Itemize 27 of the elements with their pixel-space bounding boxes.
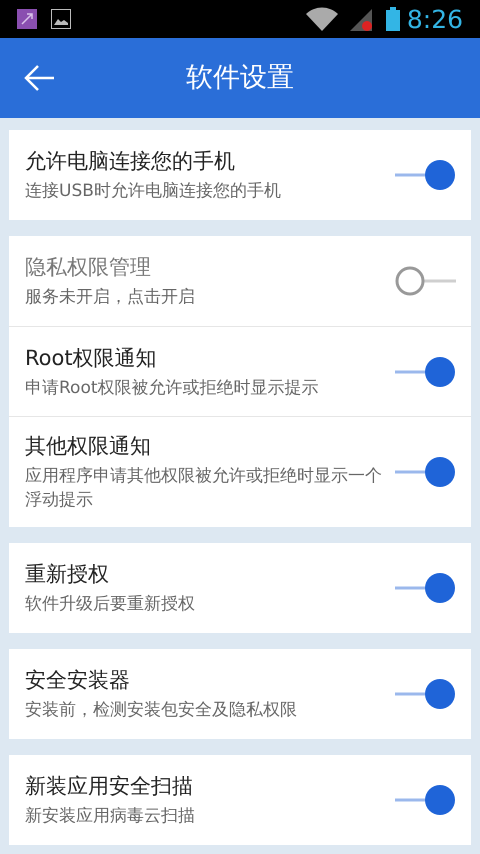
toggle-switch[interactable]: [395, 265, 457, 297]
setting-description: 应用程序申请其他权限被允许或拒绝时显示一个浮动提示: [25, 465, 383, 512]
toggle-switch[interactable]: [395, 356, 457, 388]
setting-title: 其他权限通知: [25, 433, 152, 460]
setting-title: Root权限通知: [25, 344, 158, 372]
toggle-switch[interactable]: [395, 572, 457, 604]
setting-description: 安装前，检测安装包安全及隐私权限: [25, 699, 298, 722]
toggle-switch[interactable]: [395, 456, 457, 488]
page-title: 软件设置: [186, 60, 294, 95]
setting-description: 新安装应用病毒云扫描: [25, 805, 196, 828]
app-notification-icon: [17, 9, 37, 29]
battery-icon: [386, 7, 400, 31]
setting-title: 隐私权限管理: [25, 254, 152, 281]
wifi-icon: [306, 7, 338, 31]
toggle-switch[interactable]: [395, 678, 457, 710]
setting-title: 安全安装器: [25, 667, 131, 694]
setting-description: 服务未开启，点击开启: [25, 286, 196, 309]
clock-time: 8:26: [406, 6, 463, 32]
setting-title: 允许电脑连接您的手机: [25, 148, 236, 175]
setting-description: 软件升级后要重新授权: [25, 593, 196, 616]
setting-title: 重新授权: [25, 561, 110, 588]
setting-description: 连接USB时允许电脑连接您的手机: [25, 180, 282, 203]
toggle-switch[interactable]: [395, 159, 457, 191]
toggle-switch[interactable]: [395, 784, 457, 816]
setting-description: 申请Root权限被允许或拒绝时显示提示: [25, 376, 320, 400]
setting-title: 新装应用安全扫描: [25, 773, 194, 800]
image-icon: [51, 9, 71, 29]
